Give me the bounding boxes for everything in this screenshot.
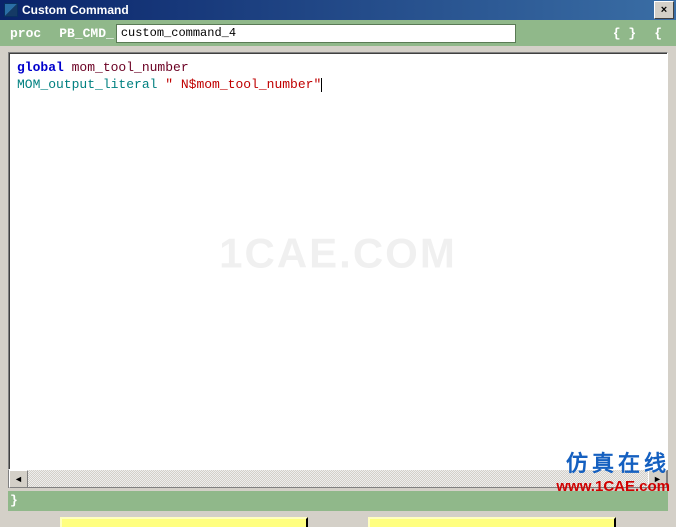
proc-prefix: PB_CMD_ [59,26,114,41]
custom-command-window: Custom Command × proc PB_CMD_ custom_com… [0,0,676,527]
proc-toolbar: proc PB_CMD_ custom_command_4 { } { [0,20,676,46]
action-button-left[interactable] [60,517,308,527]
token-keyword-global: global [17,60,64,75]
close-button[interactable]: × [654,1,674,19]
token-fn-mom-output-literal: MOM_output_literal [17,77,157,92]
brace-open-label: { [654,26,662,41]
editor-area: 1CAE.COM global mom_tool_number MOM_outp… [8,52,668,488]
token-var-mom-tool-number: mom_tool_number [64,60,189,75]
titlebar[interactable]: Custom Command × [0,0,676,20]
command-name-input[interactable]: custom_command_4 [116,24,516,43]
scroll-right-button[interactable]: ► [648,470,667,488]
closing-brace-bar: } [8,491,668,511]
token-string-literal: " N$mom_tool_number" [157,77,321,92]
text-caret [321,78,322,92]
code-editor[interactable]: 1CAE.COM global mom_tool_number MOM_outp… [8,52,668,470]
action-button-right[interactable] [368,517,616,527]
window-title: Custom Command [22,3,654,17]
horizontal-scrollbar[interactable]: ◄ ► [8,470,668,488]
brace-close-label: } [8,493,18,508]
brace-pair-label: { } [613,26,636,41]
code-line-2: MOM_output_literal " N$mom_tool_number" [17,76,659,93]
scroll-track[interactable] [28,470,648,487]
code-line-1: global mom_tool_number [17,59,659,76]
app-icon [4,3,18,17]
watermark-text: 1CAE.COM [219,244,457,261]
button-row [0,511,676,527]
proc-keyword: proc [10,26,41,41]
scroll-left-button[interactable]: ◄ [9,470,28,488]
